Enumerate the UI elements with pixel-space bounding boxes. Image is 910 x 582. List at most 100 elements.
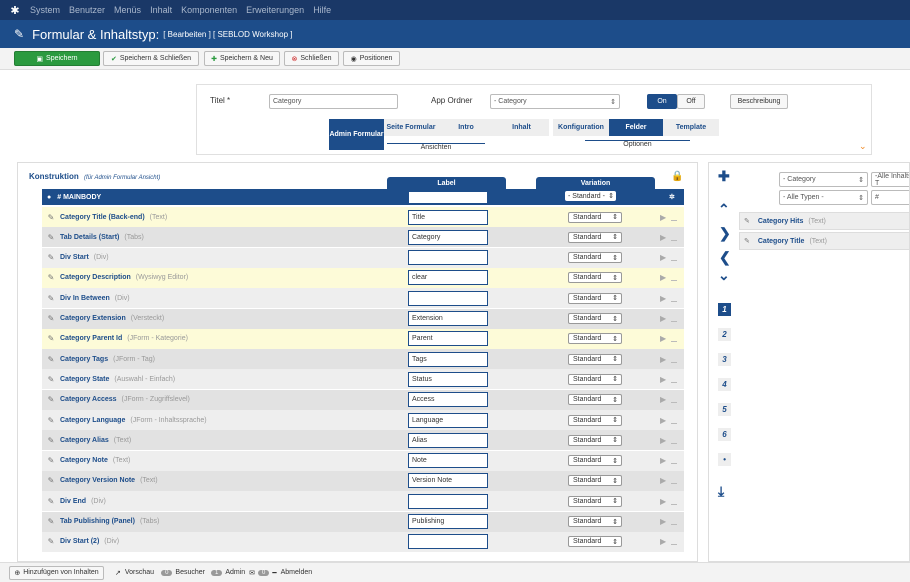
- preview-link[interactable]: Vorschau: [125, 569, 154, 576]
- play-icon[interactable]: ▶: [660, 334, 666, 343]
- field-row[interactable]: ✎ Tab Publishing (Panel) (Tabs) Publishing S…: [42, 511, 684, 532]
- available-field-item[interactable]: ✎ Category Hits (Text): [739, 212, 910, 230]
- field-row[interactable]: ✎ Category Title (Back-end) (Text) Title Sta…: [42, 207, 684, 227]
- tab-configuration[interactable]: Konfiguration: [553, 119, 609, 136]
- pencil-icon[interactable]: ✎: [42, 213, 60, 222]
- field-row[interactable]: ✎ Div Start (2) (Div) Standard ⇕ ▶: [42, 531, 684, 552]
- pencil-icon[interactable]: ✎: [42, 375, 60, 384]
- description-button[interactable]: Beschreibung: [730, 94, 788, 109]
- tab-intro[interactable]: Intro: [438, 119, 494, 136]
- play-icon[interactable]: ▶: [660, 375, 666, 384]
- play-icon[interactable]: ▶: [660, 273, 666, 282]
- field-label-input[interactable]: Alias: [408, 432, 488, 448]
- field-variation-select[interactable]: Standard ⇕: [568, 394, 622, 406]
- off-toggle[interactable]: Off: [677, 94, 705, 109]
- play-icon[interactable]: ▶: [660, 456, 666, 465]
- play-icon[interactable]: ▶: [660, 314, 666, 323]
- joomla-logo-icon[interactable]: ✱: [0, 0, 30, 20]
- pencil-icon[interactable]: ✎: [42, 273, 60, 282]
- pencil-icon[interactable]: ✎: [42, 456, 60, 465]
- play-icon[interactable]: ▶: [660, 537, 666, 546]
- move-left-icon[interactable]: ❮: [719, 249, 731, 266]
- play-icon[interactable]: ▶: [660, 476, 666, 485]
- field-variation-select[interactable]: Standard ⇕: [568, 333, 622, 345]
- field-row[interactable]: ✎ Div In Between (Div) Standard ⇕ ▶: [42, 288, 684, 309]
- pencil-icon[interactable]: ✎: [42, 253, 60, 262]
- field-label-input[interactable]: clear: [408, 270, 488, 286]
- pencil-icon[interactable]: ✎: [42, 416, 60, 425]
- field-variation-select[interactable]: Standard ⇕: [568, 516, 622, 527]
- save-close-button[interactable]: ✔ Speichern & Schließen: [103, 51, 199, 66]
- available-field-item[interactable]: ✎ Category Title (Text): [739, 232, 910, 250]
- field-variation-select[interactable]: Standard ⇕: [568, 495, 622, 507]
- field-row[interactable]: ✎ Div End (Div) Standard ⇕ ▶: [42, 491, 684, 512]
- field-label-input[interactable]: Tags: [408, 351, 488, 367]
- on-toggle[interactable]: On: [647, 94, 677, 109]
- field-row[interactable]: ✎ Category Extension (Versteckt) Extension S…: [42, 308, 684, 329]
- position-page-button[interactable]: 5: [718, 403, 731, 416]
- field-row[interactable]: ✎ Category Access (JForm - Zugriffslevel) A…: [42, 389, 684, 410]
- play-icon[interactable]: ▶: [660, 355, 666, 364]
- menu-extensions[interactable]: Erweiterungen: [246, 5, 304, 15]
- add-content-button[interactable]: ⊕ Hinzufügen von Inhalten: [9, 565, 104, 580]
- position-page-button[interactable]: •: [718, 453, 731, 466]
- pencil-icon[interactable]: ✎: [42, 497, 60, 506]
- gear-icon[interactable]: ✲: [669, 193, 675, 201]
- play-icon[interactable]: ▶: [660, 213, 666, 222]
- logout-link[interactable]: Abmelden: [281, 569, 313, 576]
- field-variation-select[interactable]: Standard ⇕: [568, 475, 622, 487]
- field-row[interactable]: ✎ Category Version Note (Text) Version Note…: [42, 470, 684, 491]
- chevron-down-icon[interactable]: ⌄: [859, 141, 867, 152]
- type-filter-select[interactable]: - Alle Typen - ⇕: [779, 190, 868, 205]
- field-label-input[interactable]: [408, 493, 488, 509]
- radio-icon[interactable]: ●: [47, 194, 51, 201]
- field-label-input[interactable]: [408, 290, 488, 306]
- menu-users[interactable]: Benutzer: [69, 5, 105, 15]
- pencil-icon[interactable]: ✎: [42, 294, 60, 303]
- field-label-input[interactable]: Status: [408, 371, 488, 387]
- app-folder-select[interactable]: - Category ⇕: [490, 94, 620, 109]
- tab-admin-form[interactable]: Admin Formular: [329, 119, 384, 150]
- sidebar-search-input[interactable]: #: [871, 190, 909, 205]
- field-label-input[interactable]: Access: [408, 392, 488, 408]
- field-label-input[interactable]: Note: [408, 453, 488, 469]
- field-variation-select[interactable]: Standard ⇕: [568, 536, 622, 548]
- field-variation-select[interactable]: Standard ⇕: [568, 373, 622, 385]
- tab-content[interactable]: Inhalt: [494, 119, 549, 136]
- field-row[interactable]: ✎ Category Tags (JForm - Tag) Tags Standard ⇕…: [42, 349, 684, 370]
- field-variation-select[interactable]: Standard ⇕: [568, 414, 622, 426]
- close-button[interactable]: ⊗ Schließen: [284, 51, 339, 66]
- field-variation-select[interactable]: Standard ⇕: [568, 211, 622, 223]
- play-icon[interactable]: ▶: [660, 416, 666, 425]
- content-type-filter-select[interactable]: -Alle Inhalts-T: [871, 172, 909, 187]
- move-down-icon[interactable]: ⌄: [718, 267, 730, 284]
- positions-button[interactable]: ◉ Positionen: [343, 51, 400, 66]
- pencil-icon[interactable]: ✎: [42, 476, 60, 485]
- mainbody-label-input[interactable]: [408, 191, 488, 204]
- field-label-input[interactable]: Language: [408, 412, 488, 428]
- play-icon[interactable]: ▶: [660, 395, 666, 404]
- add-icon[interactable]: ✚: [718, 168, 730, 185]
- pencil-icon[interactable]: ✎: [42, 355, 60, 364]
- move-bottom-icon[interactable]: ⤓: [718, 483, 724, 500]
- field-row[interactable]: ✎ Div Start (Div) Standard ⇕ ▶: [42, 247, 684, 268]
- position-page-button[interactable]: 3: [718, 353, 731, 366]
- field-variation-select[interactable]: Standard ⇕: [568, 252, 622, 264]
- tab-template[interactable]: Template: [663, 119, 719, 136]
- menu-help[interactable]: Hilfe: [313, 5, 331, 15]
- play-icon[interactable]: ▶: [660, 436, 666, 445]
- menu-content[interactable]: Inhalt: [150, 5, 172, 15]
- field-label-input[interactable]: Parent: [408, 331, 488, 347]
- field-variation-select[interactable]: Standard ⇕: [568, 455, 622, 467]
- play-icon[interactable]: ▶: [660, 517, 666, 526]
- field-label-input[interactable]: Title: [408, 209, 488, 225]
- field-variation-select[interactable]: Standard ⇕: [568, 313, 622, 324]
- field-row[interactable]: ✎ Category Description (Wysiwyg Editor) cle…: [42, 267, 684, 288]
- mainbody-variation-select[interactable]: - Standard - ⇕: [565, 191, 616, 201]
- menu-components[interactable]: Komponenten: [181, 5, 237, 15]
- position-page-button[interactable]: 4: [718, 378, 731, 391]
- field-label-input[interactable]: Version Note: [408, 473, 488, 489]
- play-icon[interactable]: ▶: [660, 294, 666, 303]
- pencil-icon[interactable]: ✎: [42, 537, 60, 546]
- field-variation-select[interactable]: Standard ⇕: [568, 353, 622, 365]
